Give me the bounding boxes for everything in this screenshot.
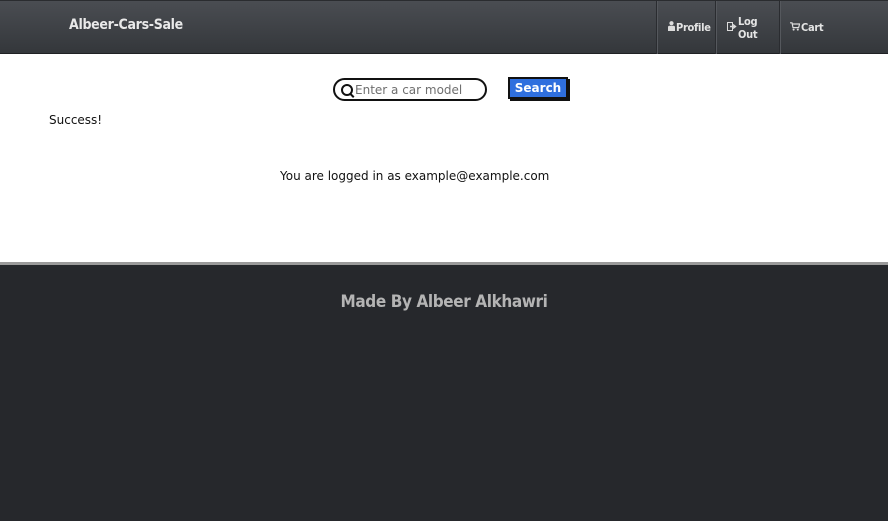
nav-profile[interactable]: Profile (656, 1, 715, 54)
user-icon (668, 21, 675, 34)
nav-cart-label: Cart (801, 21, 824, 34)
brand-link[interactable]: Albeer-Cars-Sale (69, 17, 183, 33)
nav-logout-label: Log Out (738, 14, 758, 41)
search-icon (341, 84, 353, 96)
footer-credit: Made By Albeer Alkhawri (340, 292, 548, 312)
status-message: Success! (49, 113, 103, 127)
login-info: You are logged in as example@example.com (280, 169, 550, 183)
nav-cart[interactable]: Cart (779, 1, 888, 54)
top-navbar: Albeer-Cars-Sale Profile Log Out Cart (0, 0, 888, 54)
nav-profile-label: Profile (676, 21, 711, 34)
footer: Made By Albeer Alkhawri (0, 262, 888, 521)
cart-icon (790, 21, 801, 34)
search-button[interactable]: Search (508, 77, 568, 99)
nav-logout[interactable]: Log Out (715, 1, 779, 54)
search-input[interactable] (355, 81, 479, 98)
search-box (333, 78, 487, 101)
nav-right: Profile Log Out Cart (656, 1, 888, 54)
logout-icon (727, 21, 737, 34)
